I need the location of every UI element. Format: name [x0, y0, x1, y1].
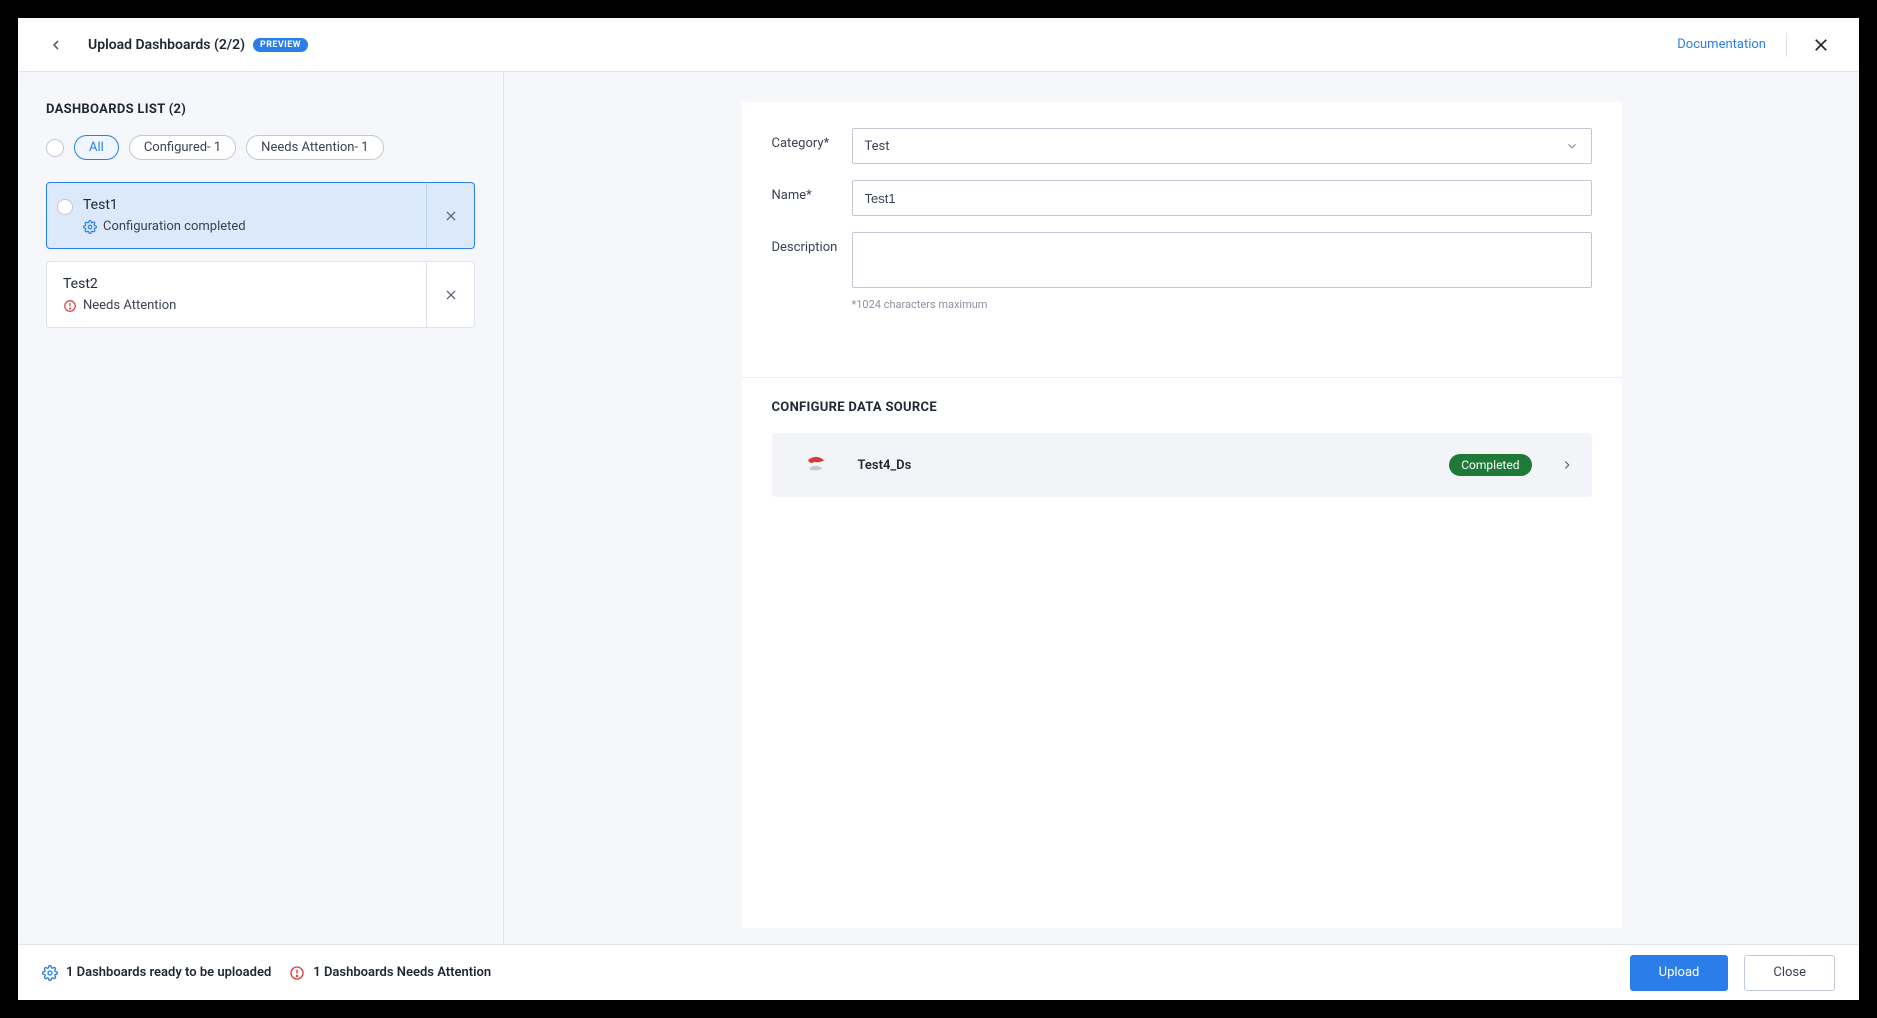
dashboard-card: Test2 Needs Attention: [46, 261, 475, 328]
dashboard-card-select[interactable]: Test2 Needs Attention: [47, 262, 426, 327]
card-status: Needs Attention: [63, 298, 412, 313]
sqlserver-icon: [802, 451, 830, 479]
description-label: Description: [772, 232, 852, 255]
modal-footer: 1 Dashboards ready to be uploaded 1 Dash…: [18, 944, 1859, 1000]
footer-ready-item: 1 Dashboards ready to be uploaded: [42, 965, 271, 981]
header-right: Documentation: [1677, 31, 1835, 59]
dashboard-card-select[interactable]: Test1 Configuration completed: [47, 183, 426, 248]
footer-left: 1 Dashboards ready to be uploaded 1 Dash…: [42, 965, 491, 981]
dashboard-card: Test1 Configuration completed: [46, 182, 475, 249]
filter-chip-configured[interactable]: Configured- 1: [129, 135, 236, 160]
card-status-label: Configuration completed: [103, 219, 246, 234]
filter-chip-needs-attention[interactable]: Needs Attention- 1: [246, 135, 383, 160]
name-input[interactable]: [852, 180, 1592, 216]
upload-dashboards-modal: Upload Dashboards (2/2) PREVIEW Document…: [18, 18, 1859, 1000]
config-panel: Category* Test Name*: [742, 102, 1622, 928]
category-select[interactable]: Test: [852, 128, 1592, 164]
filter-row: All Configured- 1 Needs Attention- 1: [46, 135, 475, 160]
description-textarea[interactable]: [852, 232, 1592, 288]
card-body: Test2 Needs Attention: [57, 276, 412, 313]
chevron-down-icon: [1565, 139, 1579, 153]
upload-button[interactable]: Upload: [1630, 955, 1729, 991]
chevron-right-icon: [1560, 458, 1574, 472]
alert-icon: [289, 965, 305, 981]
form-section: Category* Test Name*: [742, 102, 1622, 378]
description-row: Description *1024 characters maximum: [772, 232, 1592, 311]
data-source-status-pill: Completed: [1449, 454, 1531, 476]
name-row: Name*: [772, 180, 1592, 216]
card-name: Test2: [63, 276, 412, 292]
gear-icon: [83, 220, 97, 234]
back-button[interactable]: [42, 31, 70, 59]
card-status-label: Needs Attention: [83, 298, 176, 313]
footer-attention-item: 1 Dashboards Needs Attention: [289, 965, 491, 981]
category-row: Category* Test: [772, 128, 1592, 164]
card-body: Test1 Configuration completed: [83, 197, 412, 234]
documentation-link[interactable]: Documentation: [1677, 37, 1766, 52]
close-icon: [444, 288, 458, 302]
data-source-row[interactable]: Test4_Ds Completed: [772, 433, 1592, 497]
name-label: Name*: [772, 180, 852, 203]
modal-header: Upload Dashboards (2/2) PREVIEW Document…: [18, 18, 1859, 72]
filter-chip-all[interactable]: All: [74, 135, 119, 160]
divider: [1786, 33, 1787, 57]
alert-icon: [63, 299, 77, 313]
footer-attention-text: 1 Dashboards Needs Attention: [313, 965, 491, 980]
dashboards-sidebar: DASHBOARDS LIST (2) All Configured- 1 Ne…: [18, 72, 504, 944]
card-remove-button[interactable]: [426, 183, 474, 248]
data-source-section: CONFIGURE DATA SOURCE Test4_Ds Completed: [742, 378, 1622, 523]
close-button[interactable]: Close: [1744, 955, 1835, 991]
modal-body: DASHBOARDS LIST (2) All Configured- 1 Ne…: [18, 72, 1859, 944]
close-modal-button[interactable]: [1807, 31, 1835, 59]
card-name: Test1: [83, 197, 412, 213]
card-radio[interactable]: [57, 199, 73, 215]
category-label: Category*: [772, 128, 852, 151]
close-icon: [444, 209, 458, 223]
main-area: Category* Test Name*: [504, 72, 1859, 944]
chevron-left-icon: [48, 37, 64, 53]
footer-ready-text: 1 Dashboards ready to be uploaded: [66, 965, 271, 980]
select-all-radio[interactable]: [46, 139, 64, 157]
card-status: Configuration completed: [83, 219, 412, 234]
gear-icon: [42, 965, 58, 981]
data-source-title: CONFIGURE DATA SOURCE: [772, 400, 1592, 415]
page-title: Upload Dashboards (2/2): [88, 37, 245, 53]
data-source-name: Test4_Ds: [858, 458, 1422, 473]
close-icon: [1812, 36, 1830, 54]
footer-right: Upload Close: [1630, 955, 1835, 991]
category-value: Test: [865, 139, 890, 154]
dashboards-list-title: DASHBOARDS LIST (2): [46, 102, 475, 117]
description-helper: *1024 characters maximum: [852, 298, 1592, 311]
card-remove-button[interactable]: [426, 262, 474, 327]
preview-badge: PREVIEW: [253, 38, 308, 52]
